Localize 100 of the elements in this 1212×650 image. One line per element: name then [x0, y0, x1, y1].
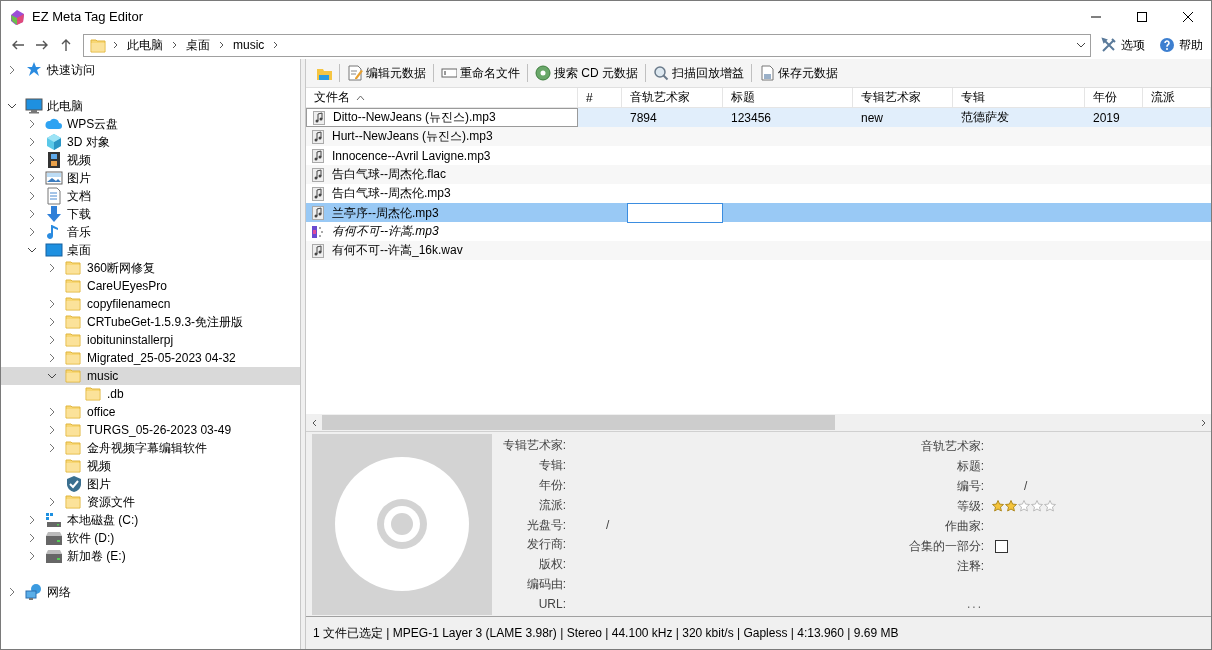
field-label: 编码由: [525, 575, 566, 593]
column-header[interactable]: 标题 [723, 88, 853, 107]
column-header[interactable]: 流派 [1143, 88, 1211, 107]
folder-icon [65, 493, 83, 511]
address-field[interactable]: 此电脑 桌面 music [83, 33, 1091, 57]
tree-item[interactable]: iobituninstallerpj [1, 331, 300, 349]
field-label: 编号: [955, 477, 984, 495]
tree-item[interactable]: 网络 [1, 583, 300, 601]
column-header[interactable]: 文件名 [306, 88, 578, 107]
tree-item[interactable]: 快速访问 [1, 61, 300, 79]
folder-icon [85, 385, 103, 403]
rating-stars[interactable] [992, 500, 1056, 512]
file-name: 有何不可--许嵩.mp3 [332, 223, 439, 240]
music-file-icon [312, 206, 324, 220]
tree-item[interactable]: 文档 [1, 187, 300, 205]
file-name: Innocence--Avril Lavigne.mp3 [332, 148, 491, 163]
tree-item[interactable]: 此电脑 [1, 97, 300, 115]
field-label: 年份: [537, 476, 566, 494]
desktop-icon [45, 241, 63, 259]
help-button[interactable]: 帮助 [1155, 36, 1207, 54]
tree-item[interactable]: WPS云盘 [1, 115, 300, 133]
tree-item[interactable]: 360断网修复 [1, 259, 300, 277]
file-row[interactable]: 告白气球--周杰伦.flac [306, 165, 1211, 184]
file-name: 有何不可--许嵩_16k.wav [332, 242, 463, 259]
down-arrow-icon [45, 205, 63, 223]
app-logo-icon [9, 8, 25, 25]
breadcrumb[interactable]: music [231, 38, 267, 52]
file-row[interactable]: 兰亭序--周杰伦.mp3 [306, 203, 1211, 222]
tree-item[interactable]: music [1, 367, 300, 385]
film-icon [45, 151, 63, 169]
help-icon [1159, 37, 1175, 53]
table-cell: 123456 [731, 110, 772, 125]
tree-item[interactable]: 3D 对象 [1, 133, 300, 151]
field-label: 标题: [955, 457, 984, 475]
breadcrumb[interactable]: 此电脑 [125, 36, 165, 54]
file-row[interactable]: Hurt--NewJeans (뉴진스).mp3 [306, 127, 1211, 146]
tree-item[interactable]: CRTubeGet-1.5.9.3-免注册版 [1, 313, 300, 331]
toolbar-button[interactable]: 保存元数据 [755, 62, 842, 84]
tree-item[interactable]: 视频 [1, 457, 300, 475]
toolbar-button[interactable]: 搜索 CD 元数据 [531, 62, 642, 84]
file-name: Hurt--NewJeans (뉴진스).mp3 [332, 128, 493, 145]
folder-icon [90, 37, 106, 53]
tree-item[interactable]: .db [1, 385, 300, 403]
folder-icon [65, 313, 83, 331]
column-header[interactable]: 专辑 [953, 88, 1085, 107]
tree-item[interactable]: 资源文件 [1, 493, 300, 511]
tree-item[interactable]: 图片 [1, 169, 300, 187]
folder-icon [65, 403, 83, 421]
field-value: / [606, 518, 610, 532]
tree-item[interactable]: 下载 [1, 205, 300, 223]
star-icon [1005, 500, 1017, 512]
field-label: 专辑: [537, 457, 566, 475]
file-row[interactable]: 有何不可--许嵩.mp3 [306, 222, 1211, 241]
options-button[interactable]: 选项 [1097, 36, 1149, 54]
music-file-icon [313, 110, 325, 125]
column-header[interactable]: # [578, 88, 622, 107]
tree-item[interactable]: Migrated_25-05-2023 04-32 [1, 349, 300, 367]
tree-item[interactable]: 本地磁盘 (C:) [1, 511, 300, 529]
close-icon [1183, 11, 1193, 22]
tree-item[interactable]: 音乐 [1, 223, 300, 241]
toolbar-button[interactable]: 扫描回放增益 [649, 62, 748, 84]
file-row[interactable]: Ditto--NewJeans (뉴진스).mp3 7894 123456 new 范德萨发 2019 [306, 108, 1211, 127]
tree-item[interactable]: copyfilenamecn [1, 295, 300, 313]
folder-icon [65, 331, 83, 349]
music-file-icon [312, 167, 324, 182]
star-icon [1018, 500, 1030, 512]
folder-icon [65, 295, 83, 313]
tree-item[interactable]: CareUEyesPro [1, 277, 300, 295]
thumbnail-icon [312, 224, 324, 239]
breadcrumb[interactable]: 桌面 [184, 36, 212, 54]
more-dots[interactable]: ... [967, 594, 1112, 614]
sort-ascending-icon [356, 94, 365, 101]
tree-item[interactable]: 桌面 [1, 241, 300, 259]
column-header[interactable]: 专辑艺术家 [853, 88, 953, 107]
table-cell: new [861, 110, 883, 125]
table-cell: 7894 [630, 110, 657, 125]
tree-item[interactable]: TURGS_05-26-2023 03-49 [1, 421, 300, 439]
tree-item[interactable]: 金舟视频字幕编辑软件 [1, 439, 300, 457]
dropdown-caret-icon [1076, 42, 1086, 48]
tree-item[interactable]: 视频 [1, 151, 300, 169]
file-row[interactable]: 告白气球--周杰伦.mp3 [306, 184, 1211, 203]
scroll-right-icon [1200, 418, 1206, 427]
toolbar-button[interactable]: 编辑元数据 [343, 62, 430, 84]
edit-document-icon [347, 65, 363, 81]
checkbox[interactable] [995, 539, 1008, 553]
tree-item[interactable]: 新加卷 (E:) [1, 547, 300, 565]
column-header[interactable]: 音轨艺术家 [622, 88, 723, 107]
file-row[interactable]: 有何不可--许嵩_16k.wav [306, 241, 1211, 260]
rename-icon [441, 65, 457, 81]
music-file-icon [312, 148, 324, 163]
scrollbar-thumb[interactable] [322, 415, 835, 430]
tree-item[interactable]: 软件 (D:) [1, 529, 300, 547]
edit-field[interactable] [627, 203, 723, 223]
column-header[interactable]: 年份 [1085, 88, 1143, 107]
tree-item[interactable]: 图片 [1, 475, 300, 493]
file-name: 兰亭序--周杰伦.mp3 [332, 204, 439, 222]
file-row[interactable]: Innocence--Avril Lavigne.mp3 [306, 146, 1211, 165]
field-label: 光盘号: [525, 516, 566, 534]
toolbar-button[interactable]: 重命名文件 [437, 62, 524, 84]
tree-item[interactable]: office [1, 403, 300, 421]
